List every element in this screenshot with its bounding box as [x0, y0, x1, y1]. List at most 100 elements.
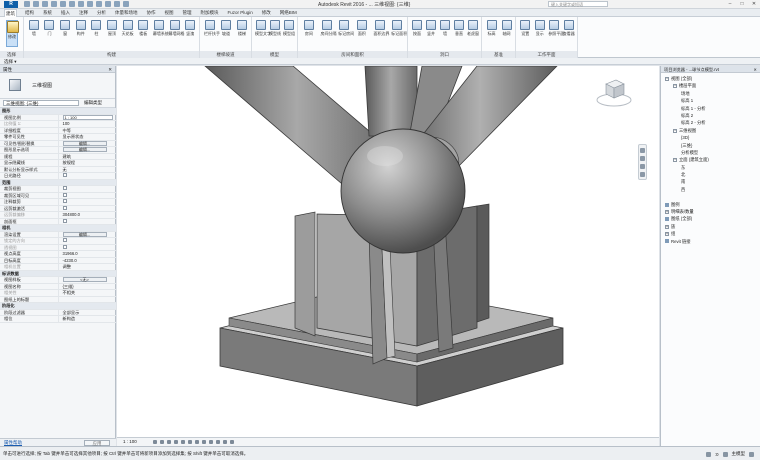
save-icon[interactable]: [33, 1, 39, 7]
ribbon-tool-button[interactable]: 轴网: [501, 20, 513, 37]
search-input[interactable]: 键入关键字或短语: [548, 1, 608, 7]
ribbon-tool-button[interactable]: 幕墙网格: [169, 20, 185, 37]
3d-viewport[interactable]: [117, 66, 659, 437]
redo-icon[interactable]: [51, 1, 57, 7]
checkbox[interactable]: [62, 218, 67, 223]
ribbon-tab[interactable]: 注释: [78, 9, 89, 16]
ribbon-tool-button[interactable]: 显示: [534, 20, 546, 37]
ribbon-tool-button[interactable]: 老虎窗: [467, 20, 479, 37]
ribbon-tool-button[interactable]: 窗: [59, 20, 71, 37]
ribbon-tool-button[interactable]: 房间分隔: [321, 20, 337, 37]
ribbon-tool-button[interactable]: 坡道: [220, 20, 232, 37]
ribbon-tool-button[interactable]: 标记面积: [391, 20, 407, 37]
expand-toggle-icon[interactable]: −: [673, 84, 677, 89]
ribbon-tab[interactable]: 视图: [164, 9, 175, 16]
filter-icon[interactable]: [749, 451, 754, 457]
property-value[interactable]: 新构造: [57, 315, 116, 323]
select-dropdown[interactable]: 选择 ▾: [4, 58, 17, 65]
measure-icon[interactable]: [69, 1, 75, 7]
ribbon-tool-button[interactable]: 幕墙系统: [153, 20, 169, 37]
expand-toggle-icon[interactable]: −: [673, 158, 677, 163]
ribbon-tool-button[interactable]: 天花板: [122, 20, 134, 37]
expand-toggle-icon[interactable]: +: [665, 224, 669, 229]
checkbox[interactable]: [62, 192, 67, 197]
steering-wheel-icon[interactable]: [640, 148, 645, 153]
ribbon-tool-button[interactable]: 楼梯: [236, 20, 248, 37]
analytical-model-icon[interactable]: [223, 440, 227, 444]
browser-tree-node[interactable]: 南: [661, 178, 760, 185]
ribbon-tool-button[interactable]: 楼板: [137, 20, 149, 37]
section-icon[interactable]: [96, 1, 102, 7]
ribbon-tab[interactable]: Fuzor Plugin: [227, 9, 254, 16]
ribbon-tool-button[interactable]: 参照平面: [548, 20, 564, 37]
sun-path-icon[interactable]: [167, 440, 171, 444]
close-button[interactable]: ✕: [750, 1, 758, 7]
checkbox[interactable]: [62, 173, 67, 178]
ribbon-tool-button[interactable]: 构件: [75, 20, 87, 37]
ribbon-tool-button[interactable]: 面积: [356, 20, 368, 37]
open-icon[interactable]: [24, 1, 30, 7]
ribbon-tool-button[interactable]: 查看器: [563, 20, 575, 37]
ribbon-tab[interactable]: 管理: [182, 9, 193, 16]
checkbox[interactable]: [62, 199, 67, 204]
minimize-button[interactable]: –: [726, 1, 734, 7]
browser-tree-node[interactable]: 场地: [661, 90, 760, 97]
browser-tree-node[interactable]: [661, 193, 760, 200]
type-selector[interactable]: 三维视图: [0, 73, 115, 99]
temporary-hide-icon[interactable]: [209, 440, 213, 444]
browser-tree-node[interactable]: Revit 链接: [661, 238, 760, 245]
browser-tree-node[interactable]: − 三维视图: [661, 127, 760, 134]
edit-button[interactable]: <无>: [62, 277, 107, 283]
browser-tree-node[interactable]: 图纸 (全部): [661, 215, 760, 222]
ribbon-tab[interactable]: 协作: [146, 9, 157, 16]
ribbon-tool-button[interactable]: 屋顶: [106, 20, 118, 37]
ribbon-tab[interactable]: 网络BIM: [279, 9, 298, 16]
ribbon-tab[interactable]: 插入: [60, 9, 71, 16]
close-icon[interactable]: ✕: [108, 66, 112, 73]
worksets-icon[interactable]: [705, 451, 711, 457]
ribbon-tool-button[interactable]: 面积边界: [374, 20, 390, 37]
expand-toggle-icon[interactable]: −: [665, 76, 669, 81]
ribbon-tool-button[interactable]: 柱: [90, 20, 102, 37]
tag-icon[interactable]: [78, 1, 84, 7]
browser-tree-node[interactable]: + 族: [661, 223, 760, 230]
ribbon-tool-button[interactable]: 模型组: [283, 20, 295, 37]
expand-toggle-icon[interactable]: +: [665, 232, 669, 237]
thin-lines-icon[interactable]: [105, 1, 111, 7]
ribbon-tab[interactable]: 结构: [24, 9, 35, 16]
ribbon-tab[interactable]: 系统: [42, 9, 53, 16]
edit-button[interactable]: 编辑...: [62, 147, 107, 153]
ribbon-tab[interactable]: 附加模块: [200, 9, 220, 16]
ribbon-tool-button[interactable]: 竖井: [425, 20, 437, 37]
close-hidden-icon[interactable]: [114, 1, 120, 7]
ribbon-tab[interactable]: 分析: [96, 9, 107, 16]
instance-filter-dropdown[interactable]: 三维视图: {三维}: [3, 100, 79, 106]
ribbon-tab[interactable]: 体量和场地: [114, 9, 139, 16]
browser-tree-node[interactable]: 西: [661, 186, 760, 193]
browser-tree-node[interactable]: 标高 1 - 分析: [661, 105, 760, 112]
browser-tree-node[interactable]: 图例: [661, 201, 760, 208]
ribbon-tool-button[interactable]: 模型文字: [255, 20, 271, 37]
edit-button[interactable]: 编辑...: [62, 140, 107, 146]
browser-tree-node[interactable]: − 楼层平面: [661, 82, 760, 89]
print-icon[interactable]: [60, 1, 66, 7]
ribbon-tab[interactable]: 建筑: [4, 8, 17, 17]
checkbox[interactable]: [62, 205, 67, 210]
ribbon-tab[interactable]: 修改: [261, 9, 272, 16]
show-crop-icon[interactable]: [195, 440, 199, 444]
browser-tree-node[interactable]: {三维}: [661, 142, 760, 149]
browser-tree-node[interactable]: + 明细表/数量: [661, 208, 760, 215]
ribbon-tool-button[interactable]: 设置: [519, 20, 531, 37]
ribbon-tool-button[interactable]: 竖溾: [184, 20, 196, 37]
ribbon-tool-button[interactable]: 标高: [486, 20, 498, 37]
browser-tree-node[interactable]: 标高 2: [661, 112, 760, 119]
ribbon-tool-button[interactable]: 垂直: [453, 20, 465, 37]
browser-tree-node[interactable]: − 视图 (全部): [661, 75, 760, 82]
browser-tree-node[interactable]: 北: [661, 171, 760, 178]
ribbon-tool-button[interactable]: 标记房间: [338, 20, 354, 37]
crop-view-icon[interactable]: [188, 440, 192, 444]
application-menu-button[interactable]: R: [4, 1, 18, 8]
ribbon-tool-button[interactable]: 墙: [439, 20, 451, 37]
zoom-icon[interactable]: [640, 156, 645, 161]
property-value[interactable]: 1 : 100: [57, 114, 116, 122]
